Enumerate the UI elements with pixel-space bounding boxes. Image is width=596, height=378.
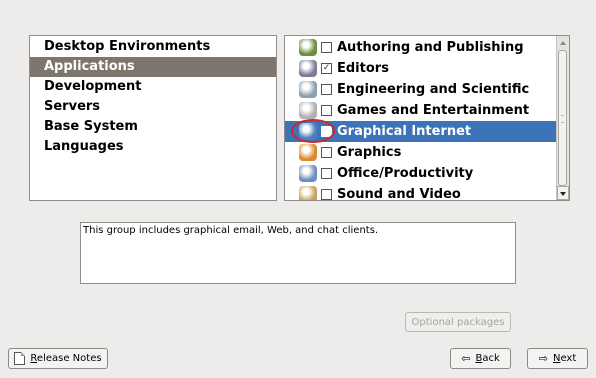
release-notes-label: Release Notes	[30, 353, 102, 364]
group-label: Engineering and Scientific	[337, 82, 530, 97]
group-label: Editors	[337, 61, 389, 76]
scroll-up-arrow-icon[interactable]	[557, 36, 569, 50]
sound-video-icon	[299, 186, 317, 200]
group-checkbox[interactable]: ✓	[321, 63, 332, 74]
group-label: Games and Entertainment	[337, 103, 530, 118]
category-list[interactable]: Desktop Environments Applications Developm…	[29, 35, 277, 201]
group-label: Office/Productivity	[337, 166, 474, 181]
group-checkbox[interactable]	[321, 147, 332, 158]
internet-globe-icon	[299, 123, 317, 140]
group-label: Sound and Video	[337, 187, 461, 201]
next-label: Next	[552, 353, 577, 364]
category-item[interactable]: Base System	[30, 117, 276, 137]
group-row[interactable]: Games and Entertainment	[285, 100, 569, 121]
group-checkbox[interactable]	[321, 42, 332, 53]
office-icon	[299, 165, 317, 182]
category-item[interactable]: Languages	[30, 137, 276, 157]
next-button[interactable]: ⇨ Next	[527, 348, 588, 369]
group-row[interactable]: Office/Productivity	[285, 163, 569, 184]
group-checkbox[interactable]	[321, 189, 332, 200]
group-list[interactable]: Authoring and Publishing ✓ Editors Engineer…	[284, 35, 570, 201]
document-icon	[14, 352, 26, 365]
group-row[interactable]: ✓ Editors	[285, 58, 569, 79]
games-icon	[299, 102, 317, 119]
scrollbar-thumb[interactable]	[558, 50, 567, 186]
authoring-icon	[299, 39, 317, 56]
group-row[interactable]: Sound and Video	[285, 184, 569, 201]
group-label: Authoring and Publishing	[337, 40, 524, 55]
scroll-down-arrow-icon[interactable]	[557, 186, 569, 200]
group-checkbox[interactable]	[321, 84, 332, 95]
category-item[interactable]: Applications	[30, 57, 276, 77]
group-checkbox[interactable]	[321, 126, 332, 137]
group-row[interactable]: Graphics	[285, 142, 569, 163]
group-label: Graphics	[337, 145, 402, 160]
engineering-icon	[299, 81, 317, 98]
category-item[interactable]: Desktop Environments	[30, 37, 276, 57]
release-notes-button[interactable]: Release Notes	[8, 348, 108, 369]
editors-icon	[299, 60, 317, 77]
back-button[interactable]: ⇦ Back	[450, 348, 511, 369]
group-description-text: This group includes graphical email, Web…	[83, 225, 379, 236]
optional-packages-label: Optional packages	[411, 316, 505, 328]
graphics-icon	[299, 144, 317, 161]
group-row[interactable]: Authoring and Publishing	[285, 37, 569, 58]
group-row[interactable]: Engineering and Scientific	[285, 79, 569, 100]
group-description: This group includes graphical email, Web…	[80, 222, 516, 284]
group-list-scrollbar[interactable]	[556, 36, 569, 200]
group-row[interactable]: Graphical Internet	[285, 119, 569, 143]
group-checkbox[interactable]	[321, 105, 332, 116]
back-arrow-icon: ⇦	[461, 352, 471, 365]
next-arrow-icon: ⇨	[538, 352, 548, 365]
category-item[interactable]: Servers	[30, 97, 276, 117]
back-label: Back	[475, 353, 500, 364]
group-label: Graphical Internet	[337, 124, 472, 139]
optional-packages-button[interactable]: Optional packages	[405, 312, 511, 332]
group-checkbox[interactable]	[321, 168, 332, 179]
category-item[interactable]: Development	[30, 77, 276, 97]
